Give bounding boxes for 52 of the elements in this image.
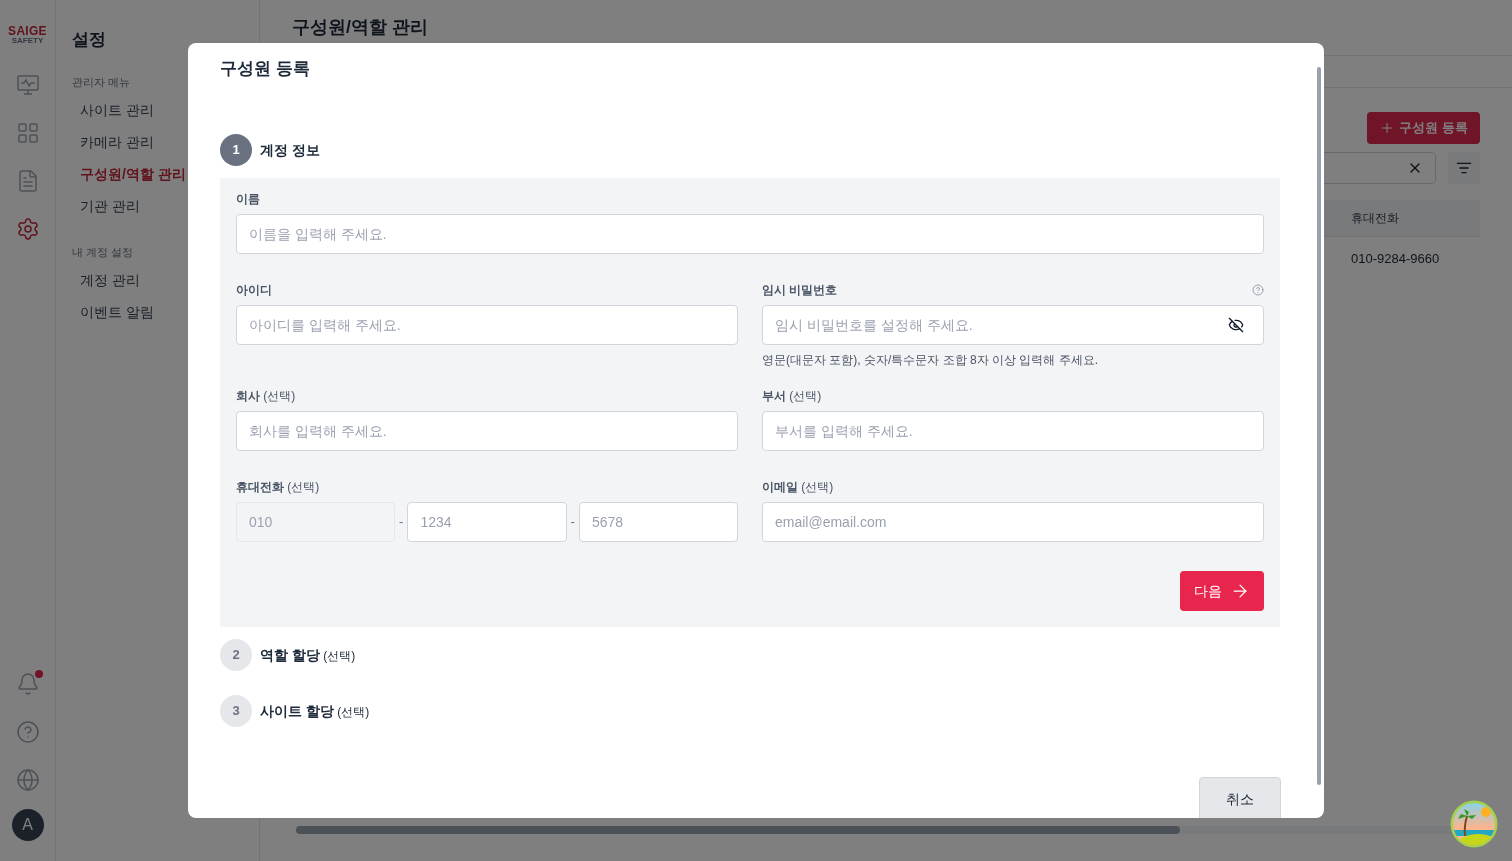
next-button[interactable]: 다음 xyxy=(1180,571,1264,611)
monitor-icon[interactable] xyxy=(15,73,40,97)
avatar[interactable]: A xyxy=(11,809,44,841)
step-number: 1 xyxy=(220,134,252,166)
separator: - xyxy=(570,513,575,532)
eye-off-icon[interactable] xyxy=(1228,317,1244,333)
bell-icon[interactable] xyxy=(15,672,40,696)
cancel-button[interactable]: 취소 xyxy=(1199,777,1281,818)
step-header[interactable]: 3 사이트 할당 (선택) xyxy=(220,695,1280,727)
field-hint: 영문(대문자 포함), 숫자/특수문자 조합 8자 이상 입력해 주세요. xyxy=(762,352,1099,369)
settings-icon[interactable] xyxy=(15,217,40,241)
step-header[interactable]: 2 역할 할당 (선택) xyxy=(220,639,1280,671)
horizontal-scrollbar[interactable] xyxy=(296,826,1180,834)
text-field[interactable]: 회사를 입력해 주세요. xyxy=(236,411,738,451)
dialog-title: 구성원 등록 xyxy=(220,58,311,80)
text-field[interactable]: email@email.com xyxy=(762,502,1264,542)
help-icon[interactable] xyxy=(1252,284,1264,296)
step-title: 역할 할당 (선택) xyxy=(260,645,356,665)
field-label: 임시 비밀번호 xyxy=(762,282,838,299)
text-field[interactable]: 부서를 입력해 주세요. xyxy=(762,411,1264,451)
step-number: 3 xyxy=(220,695,252,727)
field-label: 아이디 xyxy=(236,282,272,299)
phone-field[interactable]: 1234 xyxy=(407,502,567,542)
globe-icon[interactable] xyxy=(15,768,40,792)
field-label: 회사 (선택) xyxy=(236,388,296,405)
sidebar-title: 설정 xyxy=(72,29,107,51)
section-heading: 내 계정 설정 xyxy=(72,245,135,260)
field-label: 부서 (선택) xyxy=(762,388,822,405)
table-cell-text: 010-9284-9660 xyxy=(1350,249,1441,268)
text-field[interactable]: 이름을 입력해 주세요. xyxy=(236,214,1264,254)
help-icon[interactable] xyxy=(15,720,40,744)
step-number: 2 xyxy=(220,639,252,671)
column-header: 휴대전화 xyxy=(1350,210,1400,227)
field-label: 휴대전화 (선택) xyxy=(236,479,320,496)
field-label: 이메일 (선택) xyxy=(762,479,834,496)
vertical-scrollbar[interactable] xyxy=(1317,67,1321,785)
add-member-button[interactable]: 구성원 등록 xyxy=(1367,112,1480,144)
phone-field[interactable]: 5678 xyxy=(578,502,738,542)
section-heading: 관리자 메뉴 xyxy=(72,75,132,90)
filter-icon xyxy=(1456,160,1472,176)
logo: SAIGE SAFETY xyxy=(8,25,47,45)
text-field[interactable]: 아이디를 입력해 주세요. xyxy=(236,305,738,345)
filter-button[interactable] xyxy=(1448,152,1480,184)
field-label: 이름 xyxy=(236,191,260,208)
beach-widget-icon[interactable] xyxy=(1450,800,1498,848)
step-title: 계정 정보 xyxy=(260,140,320,160)
step-title: 사이트 할당 (선택) xyxy=(260,701,370,721)
grid-icon[interactable] xyxy=(15,121,40,145)
page-title: 구성원/역할 관리 xyxy=(292,16,428,39)
separator: - xyxy=(399,513,404,532)
step-header[interactable]: 1 계정 정보 xyxy=(220,134,1280,166)
password-field[interactable]: 임시 비밀번호를 설정해 주세요. xyxy=(762,305,1264,345)
